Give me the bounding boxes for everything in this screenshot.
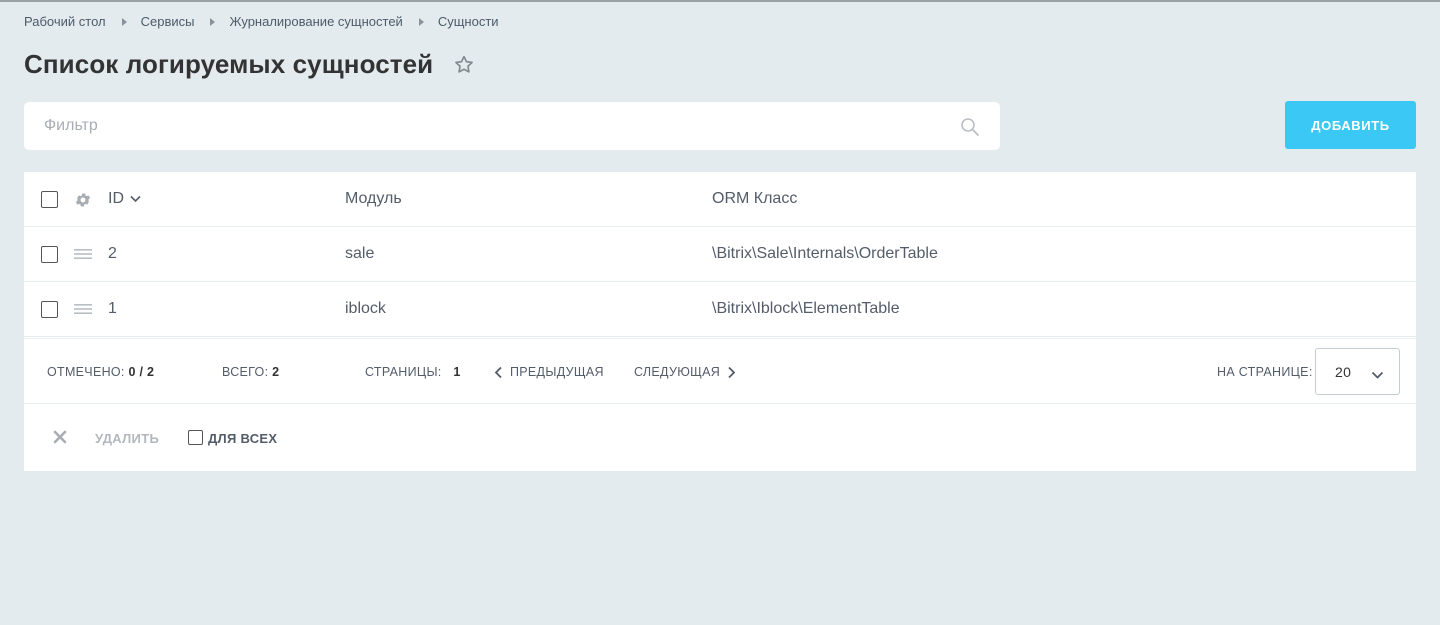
prev-page-button[interactable]: ПРЕДЫДУЩАЯ bbox=[494, 365, 604, 379]
star-icon[interactable] bbox=[453, 54, 475, 76]
chevron-down-icon[interactable] bbox=[130, 190, 141, 207]
breadcrumb-item-services[interactable]: Сервисы bbox=[141, 14, 195, 29]
pages-indicator: СТРАНИЦЫ: 1 bbox=[365, 365, 461, 379]
cell-id: 2 bbox=[108, 245, 117, 262]
pages-label: СТРАНИЦЫ: bbox=[365, 365, 442, 379]
chevron-left-icon bbox=[494, 366, 502, 378]
group-actions: УДАЛИТЬ ДЛЯ ВСЕХ bbox=[24, 404, 1416, 471]
breadcrumb-separator-icon bbox=[418, 17, 424, 26]
next-page-label: СЛЕДУЮЩАЯ bbox=[634, 365, 721, 379]
cell-module: iblock bbox=[345, 300, 386, 317]
breadcrumb-separator-icon bbox=[210, 17, 216, 26]
select-all-checkbox[interactable] bbox=[41, 191, 58, 208]
total-label: ВСЕГО: bbox=[222, 365, 269, 379]
column-header-orm-class[interactable]: ORM Класс bbox=[712, 190, 797, 208]
cell-module: sale bbox=[345, 245, 375, 262]
cell-orm-class: \Bitrix\Sale\Internals\OrderTable bbox=[712, 245, 938, 262]
chevron-right-icon bbox=[728, 366, 736, 378]
grid-footer: ОТМЕЧЕНО: 0 / 2 ВСЕГО: 2 СТРАНИЦЫ: 1 ПРЕ… bbox=[24, 338, 1416, 404]
table-row[interactable]: 1 iblock \Bitrix\Iblock\ElementTable bbox=[24, 282, 1416, 337]
column-header-module[interactable]: Модуль bbox=[345, 190, 402, 208]
drag-handle-icon[interactable] bbox=[74, 301, 92, 322]
per-page-value: 20 bbox=[1335, 364, 1352, 380]
breadcrumb-item-entities[interactable]: Сущности bbox=[438, 14, 499, 29]
title-row: Список логируемых сущностей bbox=[24, 49, 475, 80]
checked-label: ОТМЕЧЕНО: bbox=[47, 365, 125, 379]
breadcrumb-separator-icon bbox=[121, 17, 127, 26]
per-page-label: НА СТРАНИЦЕ: bbox=[1217, 365, 1313, 379]
for-all-label[interactable]: ДЛЯ ВСЕХ bbox=[208, 431, 277, 446]
breadcrumb: Рабочий стол Сервисы Журналирование сущн… bbox=[24, 14, 499, 29]
close-icon[interactable] bbox=[53, 430, 67, 447]
filter-bar bbox=[24, 102, 1000, 150]
checked-value: 0 / 2 bbox=[128, 365, 155, 379]
breadcrumb-item-desktop[interactable]: Рабочий стол bbox=[24, 14, 106, 29]
per-page-select[interactable]: 20 bbox=[1315, 348, 1400, 395]
chevron-down-icon bbox=[1371, 367, 1384, 383]
prev-page-label: ПРЕДЫДУЩАЯ bbox=[510, 365, 604, 379]
cell-orm-class: \Bitrix\Iblock\ElementTable bbox=[712, 300, 900, 317]
page-title: Список логируемых сущностей bbox=[24, 49, 434, 79]
breadcrumb-item-entity-logging[interactable]: Журналирование сущностей bbox=[229, 14, 402, 29]
filter-input[interactable] bbox=[24, 102, 924, 150]
row-checkbox[interactable] bbox=[41, 301, 58, 318]
delete-button[interactable]: УДАЛИТЬ bbox=[95, 431, 159, 446]
total-value: 2 bbox=[272, 365, 280, 379]
drag-handle-icon[interactable] bbox=[74, 246, 92, 267]
for-all-checkbox[interactable] bbox=[188, 430, 203, 445]
gear-icon[interactable] bbox=[74, 191, 92, 214]
add-button[interactable]: ДОБАВИТЬ bbox=[1285, 101, 1416, 149]
column-header-id-label: ID bbox=[108, 190, 124, 208]
search-icon[interactable] bbox=[960, 117, 980, 142]
cell-id: 1 bbox=[108, 300, 117, 317]
row-checkbox[interactable] bbox=[41, 246, 58, 263]
total-counter: ВСЕГО: 2 bbox=[222, 365, 279, 379]
column-header-id[interactable]: ID bbox=[108, 190, 141, 208]
table-header: ID Модуль ORM Класс bbox=[24, 172, 1416, 227]
current-page[interactable]: 1 bbox=[453, 365, 460, 379]
table-row[interactable]: 2 sale \Bitrix\Sale\Internals\OrderTable bbox=[24, 227, 1416, 282]
entity-grid: ID Модуль ORM Класс 2 sale \Bitrix\Sale\… bbox=[24, 172, 1416, 471]
next-page-button[interactable]: СЛЕДУЮЩАЯ bbox=[634, 365, 736, 379]
checked-counter: ОТМЕЧЕНО: 0 / 2 bbox=[47, 365, 154, 379]
